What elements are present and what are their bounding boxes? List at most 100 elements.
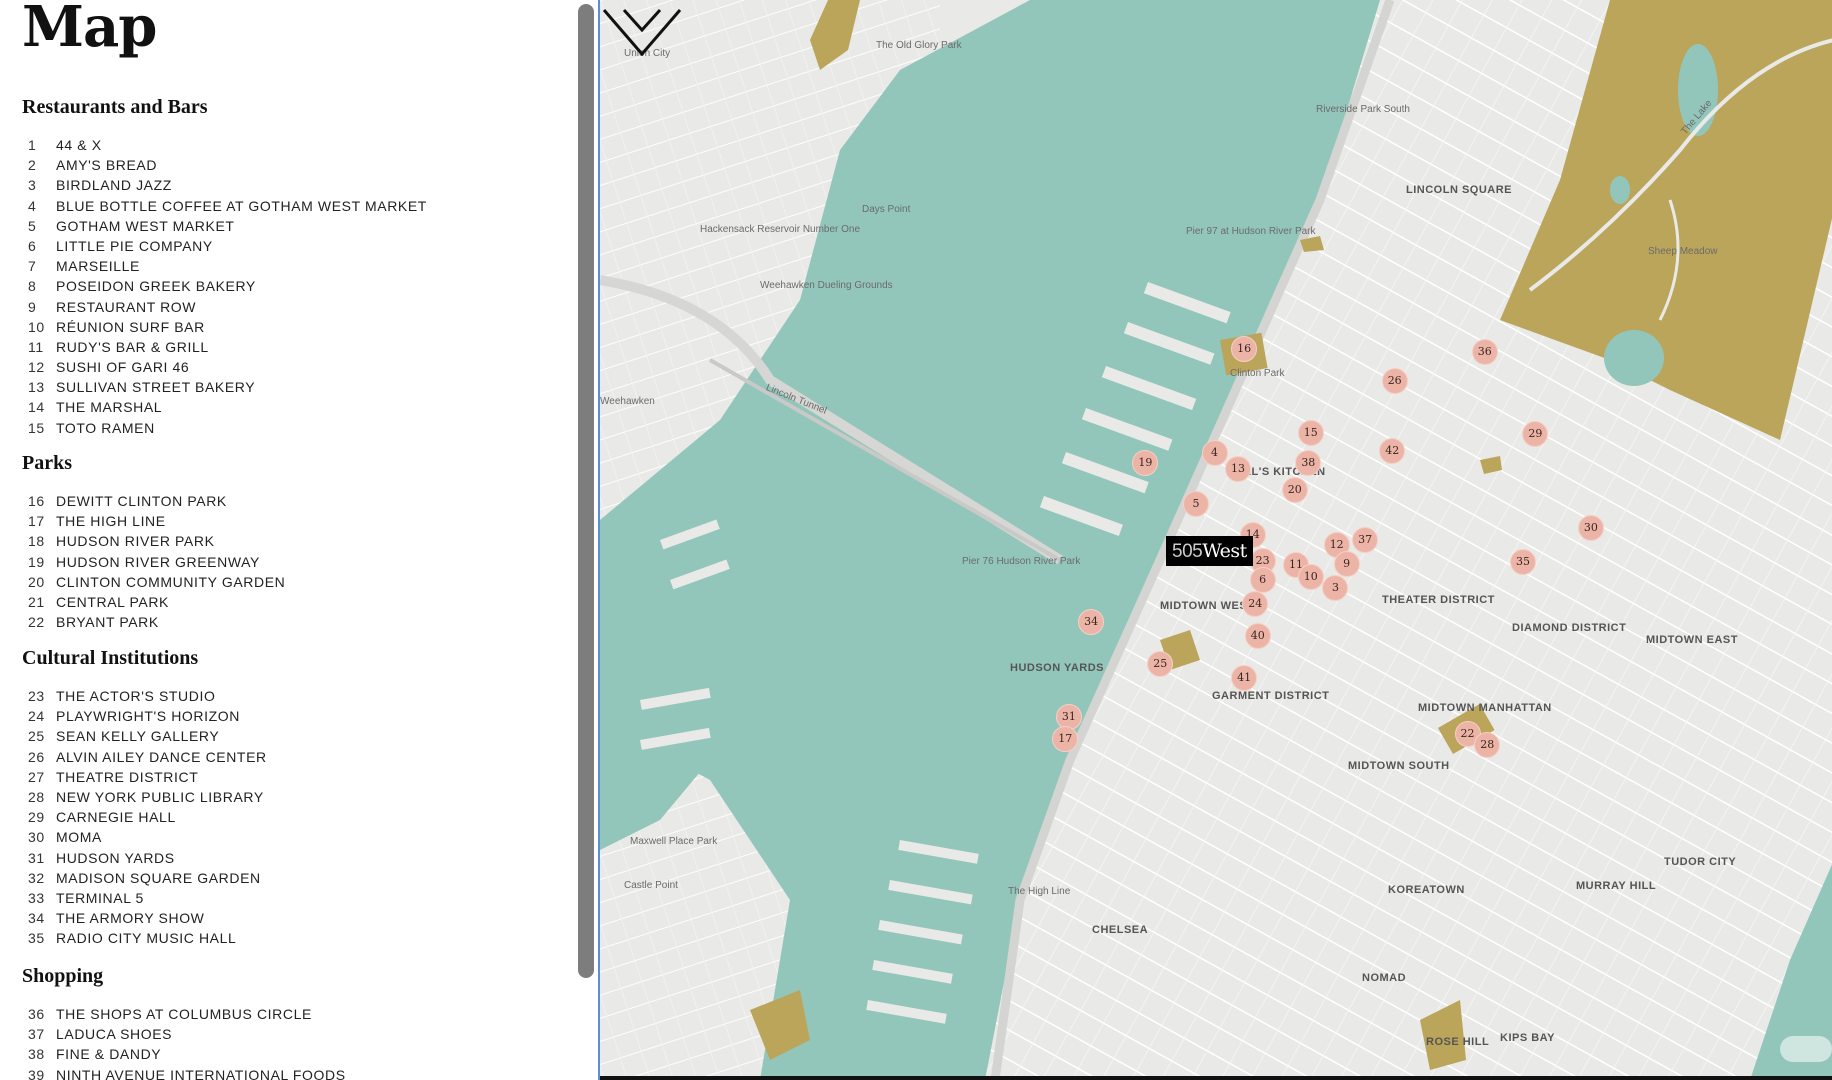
list-item[interactable]: 8 POSEIDON GREEK BAKERY [22,276,572,296]
map-marker[interactable]: 36 [1471,339,1498,366]
map-marker[interactable]: 13 [1224,455,1251,482]
place-label: HUDSON YARDS [1010,662,1105,674]
list-item-number: 27 [28,768,45,785]
map-marker[interactable]: 37 [1352,527,1379,553]
list-item[interactable]: 34 THE ARMORY SHOW [22,908,572,928]
list-item[interactable]: 14 THE MARSHAL [22,397,572,417]
section-restaurants: Restaurants and Bars 1 44 & X 2 AMY'S BREAD… [22,95,572,438]
map-marker[interactable]: 4 [1201,439,1228,466]
list-item-number: 38 [28,1046,45,1063]
section-parks: Parks 16 DEWITT CLINTON PARK 17 THE HIGH LI… [22,451,572,632]
list-item[interactable]: 13 SULLIVAN STREET BAKERY [22,377,572,397]
map-marker[interactable]: 24 [1242,590,1269,617]
list-item-number: 33 [28,889,45,906]
list-item[interactable]: 36 THE SHOPS AT COLUMBUS CIRCLE [22,1004,572,1024]
list-item[interactable]: 21 CENTRAL PARK [22,592,572,612]
list-item[interactable]: 30 MOMA [22,827,572,847]
list-item[interactable]: 4 BLUE BOTTLE COFFEE AT GOTHAM WEST MARKE… [22,196,572,216]
list-item[interactable]: 20 CLINTON COMMUNITY GARDEN [22,572,572,592]
list-item[interactable]: 31 HUDSON YARDS [22,848,572,868]
list-item[interactable]: 12 SUSHI OF GARI 46 [22,357,572,377]
list-item[interactable]: 17 THE HIGH LINE [22,511,572,531]
list-item-label: PLAYWRIGHT'S HORIZON [56,708,240,725]
list-item[interactable]: 24 PLAYWRIGHT'S HORIZON [22,706,572,726]
list-item-label: THE MARSHAL [56,399,163,416]
page-title: Map [22,0,157,60]
place-label: DIAMOND DISTRICT [1512,622,1627,634]
list-item[interactable]: 2 AMY'S BREAD [22,155,572,175]
list-item[interactable]: 29 CARNEGIE HALL [22,807,572,827]
map-view[interactable]: HUDSON YARDS GARMENT DISTRICT MIDTOWN WE… [598,0,1832,1080]
watermark [1780,1036,1832,1062]
map-marker[interactable]: 3 [1322,574,1349,601]
map-marker[interactable]: 10 [1297,563,1324,590]
list-item-number: 22 [28,614,45,631]
list-item[interactable]: 35 RADIO CITY MUSIC HALL [22,928,572,948]
scroll-down-icon[interactable] [600,0,684,64]
map-marker[interactable]: 9 [1333,550,1360,577]
list: 23 THE ACTOR'S STUDIO 24 PLAYWRIGHT'S HORIZ… [22,686,572,948]
list-item[interactable]: 15 TOTO RAMEN [22,418,572,438]
place-label: The Old Glory Park [876,40,962,51]
list-item-number: 7 [28,258,37,275]
list-item[interactable]: 25 SEAN KELLY GALLERY [22,726,572,746]
list-item-label: RADIO CITY MUSIC HALL [56,930,237,947]
list-item-label: THE SHOPS AT COLUMBUS CIRCLE [56,1006,312,1022]
list-item[interactable]: 3 BIRDLAND JAZZ [22,175,572,195]
list-item[interactable]: 39 NINTH AVENUE INTERNATIONAL FOODS [22,1065,572,1080]
list-item-number: 3 [28,177,37,194]
list-item-number: 6 [28,237,37,254]
list-item-number: 1 [28,137,37,153]
place-label: MIDTOWN WEST [1160,600,1255,612]
map-marker[interactable]: 15 [1297,420,1324,447]
list-item[interactable]: 28 NEW YORK PUBLIC LIBRARY [22,787,572,807]
map-marker[interactable]: 17 [1052,725,1079,752]
list-item-number: 8 [28,278,37,295]
list-item-number: 20 [28,573,45,590]
building-name: West [1202,540,1247,562]
list-item[interactable]: 16 DEWITT CLINTON PARK [22,491,572,511]
building-label-505-west[interactable]: 505West [1166,536,1253,566]
list-item[interactable]: 22 BRYANT PARK [22,612,572,632]
list-item-label: BIRDLAND JAZZ [56,177,172,194]
list-item-label: THE HIGH LINE [56,513,166,530]
place-label: Weehawken [600,396,655,407]
list: 16 DEWITT CLINTON PARK 17 THE HIGH LINE 18 HU… [22,491,572,632]
place-label: GARMENT DISTRICT [1212,690,1330,702]
list-item-number: 37 [28,1026,45,1043]
list-item-label: NINTH AVENUE INTERNATIONAL FOODS [56,1066,346,1080]
map-marker[interactable]: 20 [1281,477,1308,504]
list-item-number: 26 [28,748,45,765]
map-marker[interactable]: 26 [1381,368,1408,395]
list-item[interactable]: 11 RUDY'S BAR & GRILL [22,337,572,357]
list-item[interactable]: 1 44 & X [22,135,572,155]
list-item[interactable]: 18 HUDSON RIVER PARK [22,531,572,551]
list-item[interactable]: 37 LADUCA SHOES [22,1024,572,1044]
list-item[interactable]: 6 LITTLE PIE COMPANY [22,236,572,256]
list-item[interactable]: 7 MARSEILLE [22,256,572,276]
list-item[interactable]: 5 GOTHAM WEST MARKET [22,216,572,236]
place-label: ROSE HILL [1426,1036,1490,1048]
list-item-number: 13 [28,379,45,396]
list-item[interactable]: 9 RESTAURANT ROW [22,297,572,317]
map-marker[interactable]: 40 [1244,623,1271,650]
list-item[interactable]: 26 ALVIN AILEY DANCE CENTER [22,747,572,767]
map-marker[interactable]: 6 [1249,566,1276,593]
map-marker[interactable]: 35 [1510,548,1537,575]
map-marker[interactable]: 30 [1577,515,1604,542]
list-item-number: 14 [28,399,45,416]
list-item[interactable]: 23 THE ACTOR'S STUDIO [22,686,572,706]
sidebar-scrollbar[interactable] [578,4,594,978]
list-item[interactable]: 38 FINE & DANDY [22,1044,572,1064]
map-marker[interactable]: 16 [1231,335,1258,362]
list-item[interactable]: 33 TERMINAL 5 [22,888,572,908]
list-item-number: 34 [28,910,45,927]
place-label: LINCOLN SQUARE [1406,184,1512,196]
list-item[interactable]: 32 MADISON SQUARE GARDEN [22,868,572,888]
list-item[interactable]: 19 HUDSON RIVER GREENWAY [22,552,572,572]
list-item[interactable]: 27 THEATRE DISTRICT [22,767,572,787]
list-item[interactable]: 10 RÉUNION SURF BAR [22,317,572,337]
list-item-label: THE ARMORY SHOW [56,910,205,927]
list-item-label: BLUE BOTTLE COFFEE AT GOTHAM WEST MARKET [56,197,427,214]
place-label: CHELSEA [1092,924,1149,936]
